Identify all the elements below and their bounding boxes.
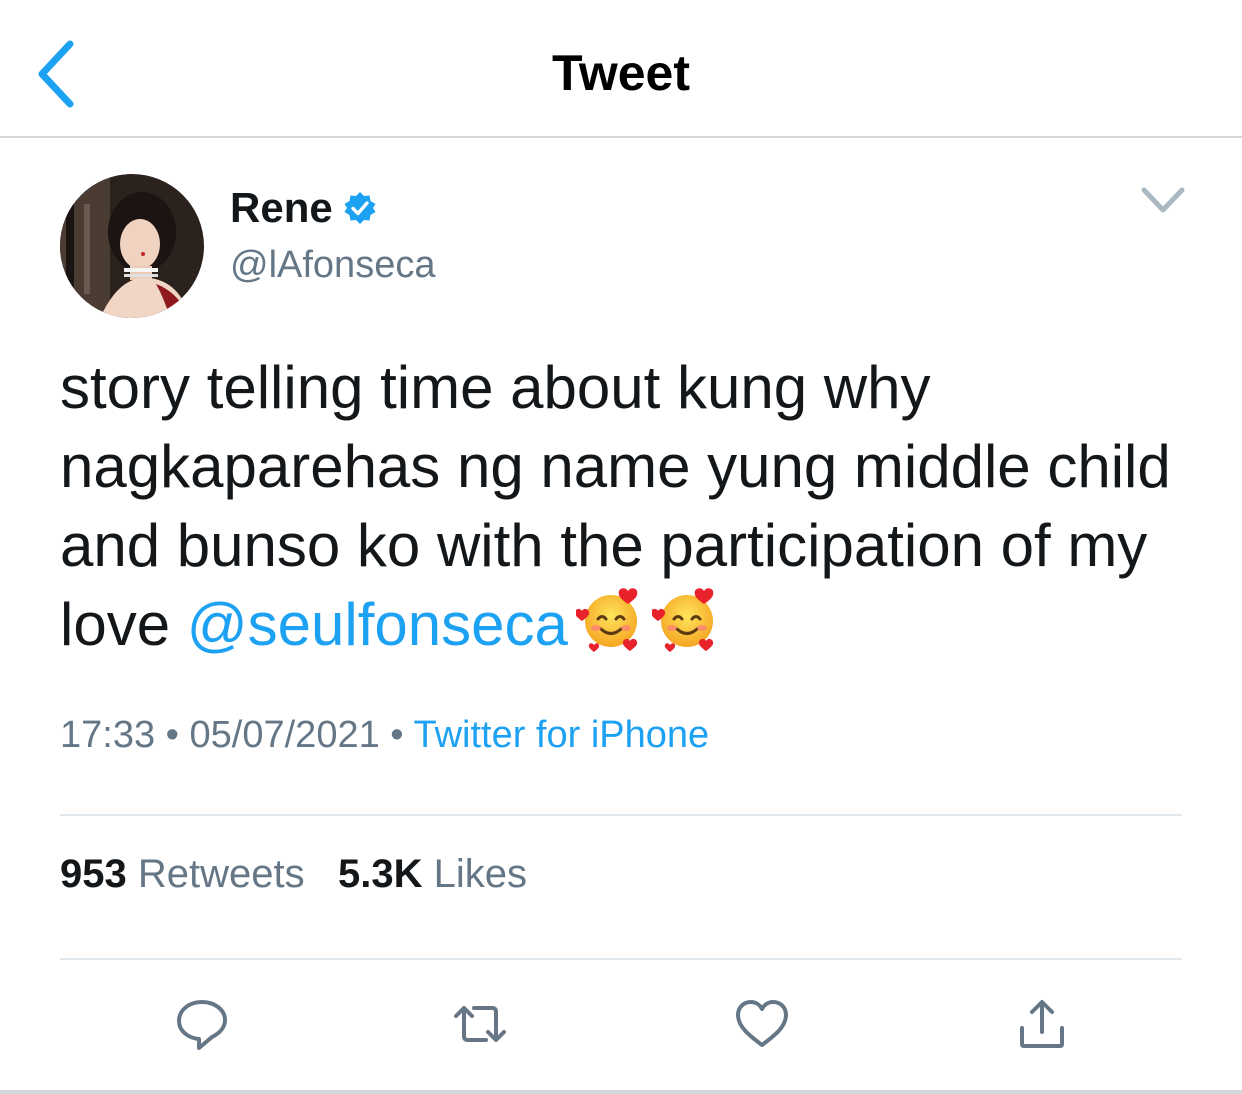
chevron-down-icon [1141,187,1185,213]
author-name-text: Rene [230,184,333,231]
mention-link[interactable]: @seulfonseca [187,591,568,658]
engagement-stats: 953 Retweets 5.3K Likes [60,852,527,897]
tweet-meta: 17:33 • 05/07/2021 • Twitter for iPhone [60,714,709,757]
retweets-stat[interactable]: 953 Retweets [60,852,305,896]
avatar[interactable] [60,174,204,318]
bottom-divider [0,1090,1242,1094]
retweets-count: 953 [60,852,127,896]
retweet-icon [454,1006,506,1042]
reply-icon [177,1000,227,1050]
reply-button[interactable] [174,996,230,1052]
tweet-date: 05/07/2021 [189,714,380,756]
retweet-button[interactable] [452,996,508,1052]
like-button[interactable] [734,996,790,1052]
divider [60,958,1182,960]
meta-separator: • [390,714,404,756]
likes-count: 5.3K [337,852,423,896]
meta-separator: • [165,714,179,756]
retweets-label: Retweets [137,852,305,896]
share-icon [1020,1000,1064,1048]
tweet-text: story telling time about kung why nagkap… [60,348,1210,674]
smiling-face-with-hearts-emoji [651,588,714,652]
likes-stat[interactable]: 5.3K Likes [338,852,527,896]
avatar-photo [60,174,204,318]
likes-label: Likes [433,852,527,896]
divider [60,814,1182,816]
heart-icon [736,1000,788,1047]
share-button[interactable] [1014,996,1070,1052]
author-display-name[interactable]: Rene [230,184,377,232]
tweet-time: 17:33 [60,714,156,756]
navigation-bar: Tweet [0,0,1242,138]
smiling-face-with-hearts-emoji [575,588,638,652]
page-title: Tweet [552,45,690,101]
author-handle[interactable]: @lAfonseca [230,244,435,287]
tweet-source-link[interactable]: Twitter for iPhone [413,714,709,756]
emoji-group [575,585,728,674]
verified-badge-icon [344,192,376,224]
more-options-button[interactable] [1138,180,1188,220]
